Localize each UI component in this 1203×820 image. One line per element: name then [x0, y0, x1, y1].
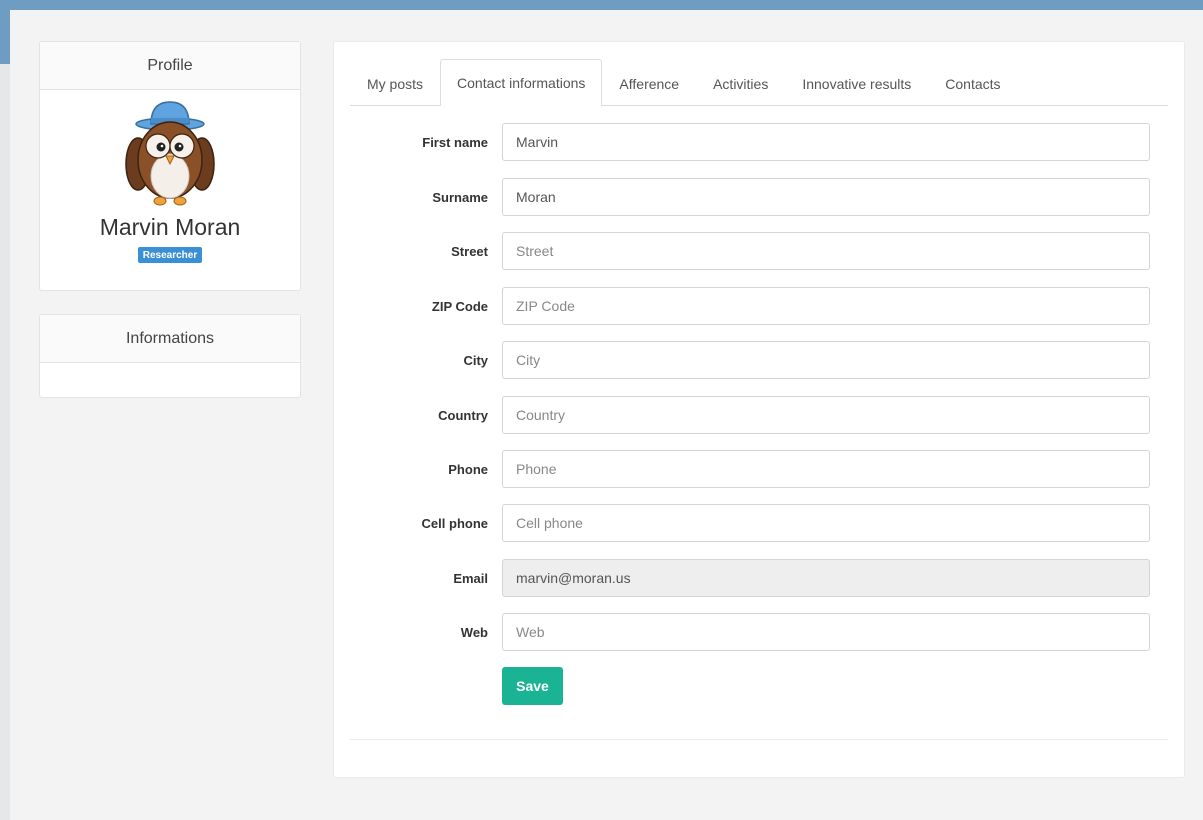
- left-strip-accent: [0, 10, 10, 64]
- form-row-zip-code: ZIP Code: [350, 287, 1168, 325]
- tab-afference[interactable]: Afference: [602, 60, 696, 106]
- informations-heading: Informations: [40, 315, 300, 363]
- informations-panel: Informations: [39, 314, 301, 398]
- tab-activities[interactable]: Activities: [696, 60, 785, 106]
- surname-label: Surname: [432, 189, 488, 205]
- form-row-web: Web: [350, 613, 1168, 651]
- email-input: [502, 559, 1150, 597]
- city-label: City: [463, 352, 488, 368]
- zip-code-input[interactable]: [502, 287, 1150, 325]
- tab-contact-informations[interactable]: Contact informations: [440, 59, 603, 106]
- country-input[interactable]: [502, 396, 1150, 434]
- form-row-street: Street: [350, 232, 1168, 270]
- first-name-input[interactable]: [502, 123, 1150, 161]
- street-input[interactable]: [502, 232, 1150, 270]
- main-panel: My posts Contact informations Afference …: [333, 41, 1185, 778]
- city-input[interactable]: [502, 341, 1150, 379]
- form-row-phone: Phone: [350, 450, 1168, 488]
- email-label: Email: [453, 570, 488, 586]
- owl-avatar-icon: [125, 101, 215, 206]
- phone-label: Phone: [448, 461, 488, 477]
- profile-name: Marvin Moran: [99, 214, 241, 240]
- role-badge: Researcher: [137, 247, 203, 263]
- tab-bar: My posts Contact informations Afference …: [350, 59, 1168, 106]
- tab-my-posts[interactable]: My posts: [350, 60, 440, 106]
- tab-contacts[interactable]: Contacts: [928, 60, 1017, 106]
- profile-panel: Profile Marvin Moran Researcher: [39, 41, 301, 291]
- phone-input[interactable]: [502, 450, 1150, 488]
- street-label: Street: [451, 243, 488, 259]
- surname-input[interactable]: [502, 178, 1150, 216]
- form-divider: [350, 739, 1168, 740]
- cell-phone-input[interactable]: [502, 504, 1150, 542]
- first-name-label: First name: [422, 134, 488, 150]
- cell-phone-label: Cell phone: [421, 515, 488, 531]
- tab-innovative-results[interactable]: Innovative results: [785, 60, 928, 106]
- form-row-email: Email: [350, 559, 1168, 597]
- form-row-surname: Surname: [350, 178, 1168, 216]
- form-row-cell-phone: Cell phone: [350, 504, 1168, 542]
- country-label: Country: [438, 407, 488, 423]
- form-row-country: Country: [350, 396, 1168, 434]
- left-strip: [0, 10, 10, 820]
- profile-heading: Profile: [40, 42, 300, 90]
- web-label: Web: [460, 624, 488, 640]
- top-bar: [0, 0, 1203, 10]
- web-input[interactable]: [502, 613, 1150, 651]
- zip-code-label: ZIP Code: [431, 298, 488, 314]
- form-row-first-name: First name: [350, 123, 1168, 161]
- form-row-city: City: [350, 341, 1168, 379]
- save-button[interactable]: Save: [502, 667, 563, 705]
- profile-body: Marvin Moran Researcher: [40, 90, 300, 263]
